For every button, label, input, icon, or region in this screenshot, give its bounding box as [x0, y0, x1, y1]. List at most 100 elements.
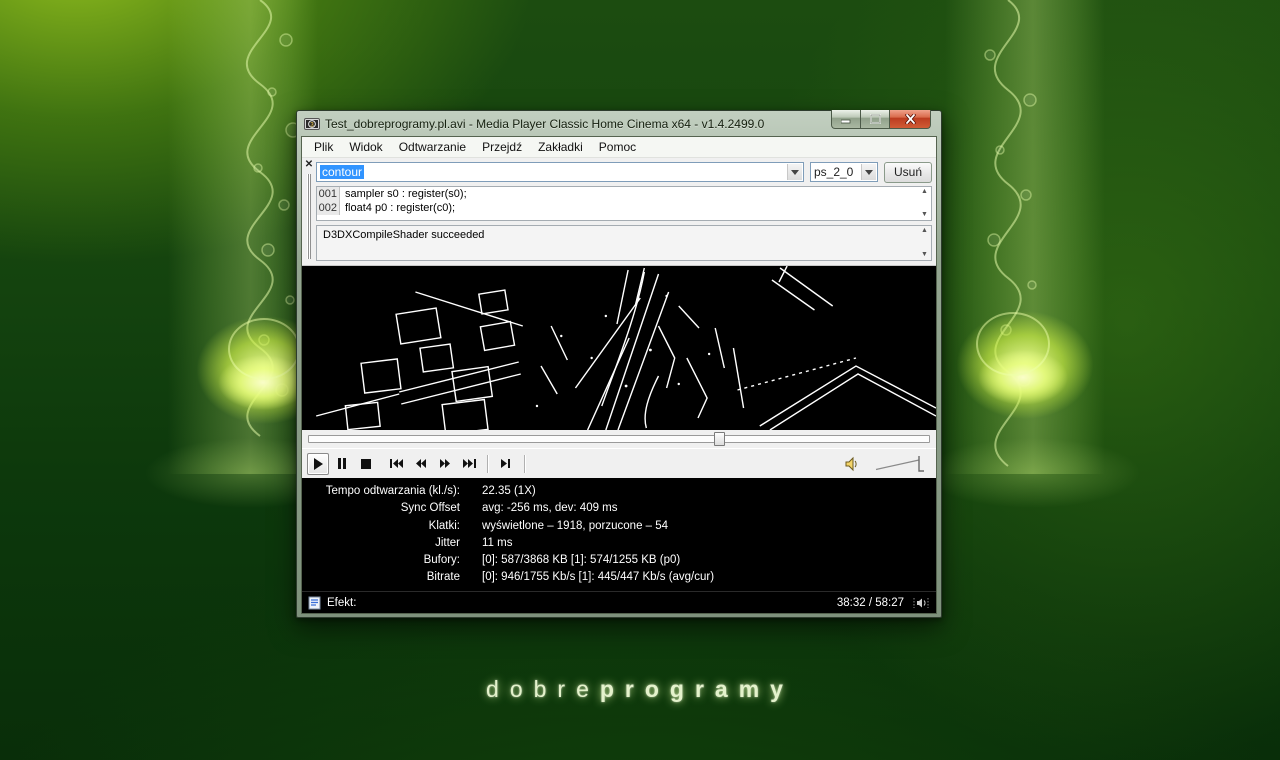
status-effect-label: Efekt:: [327, 596, 357, 609]
menu-bar: Plik Widok Odtwarzanie Przejdź Zakładki …: [302, 137, 936, 158]
stat-value: 22.35 (1X): [482, 485, 536, 497]
stat-label: Sync Offset: [400, 502, 460, 515]
menu-widok[interactable]: Widok: [341, 138, 390, 156]
volume-slider[interactable]: [874, 455, 926, 472]
shader-profile-combobox[interactable]: ps_2_0: [809, 162, 878, 182]
line-code: sampler s0 : register(s0);: [345, 188, 467, 200]
skip-forward-button[interactable]: [458, 453, 480, 475]
playback-time: 38:32 / 58:27: [836, 596, 904, 609]
stat-row-bitrate: Bitrate [0]: 946/1755 Kb/s [1]: 445/447 …: [302, 569, 936, 586]
toolbar-separator: [487, 454, 488, 473]
chevron-down-icon[interactable]: [860, 164, 876, 180]
minimize-button[interactable]: [831, 110, 861, 129]
shader-panel-grip[interactable]: [307, 174, 311, 259]
compiler-output-box: D3DXCompileShader succeeded ▲ ▼: [316, 225, 932, 261]
rewind-icon: [416, 459, 426, 468]
stat-row-buffers: Bufory: [0]: 587/3868 KB [1]: 574/1255 K…: [302, 552, 936, 569]
caption-buttons: [831, 110, 931, 129]
logo-bold-part: programy: [599, 676, 794, 702]
status-effect: Efekt:: [306, 596, 356, 610]
stop-button[interactable]: [355, 453, 377, 475]
shader-panel-rail: ✕: [302, 158, 316, 265]
scroll-up-icon[interactable]: ▲: [921, 227, 928, 235]
audio-status-icon: [913, 597, 929, 608]
stat-row-sync-offset: Sync Offset avg: -256 ms, dev: 409 ms: [302, 500, 936, 517]
stop-icon: [361, 458, 371, 469]
seek-thumb[interactable]: [714, 432, 726, 446]
fast-forward-button[interactable]: [434, 453, 456, 475]
stat-value: 11 ms: [482, 536, 513, 549]
effect-icon: [308, 596, 321, 609]
toolbar-separator: [524, 454, 525, 473]
frame-step-button[interactable]: [495, 453, 517, 475]
code-line: 001 sampler s0 : register(s0);: [317, 187, 931, 201]
stat-label: Klatki:: [428, 519, 460, 532]
playback-controls: [302, 448, 936, 478]
chevron-down-icon[interactable]: [786, 164, 802, 180]
output-scrollbar[interactable]: ▲ ▼: [918, 226, 931, 260]
skip-forward-icon: [463, 459, 476, 468]
scroll-up-icon[interactable]: ▲: [921, 188, 928, 196]
maximize-button[interactable]: [860, 110, 890, 129]
stat-label: Jitter: [435, 536, 460, 549]
shader-panel-main: contour ps_2_0 Usuń 001 sampler s0 : reg…: [316, 158, 936, 265]
editor-scrollbar[interactable]: ▲ ▼: [918, 187, 931, 220]
statistics-panel: Tempo odtwarzania (kl./s): 22.35 (1X) Sy…: [302, 478, 936, 591]
frame-step-icon: [501, 459, 510, 468]
menu-zakladki[interactable]: Zakładki: [530, 138, 591, 156]
scroll-down-icon[interactable]: ▼: [921, 251, 928, 259]
desktop-wallpaper: dobreprogramy 3 Test_dobreprogramy.pl.av…: [0, 0, 1280, 760]
menu-odtwarzanie[interactable]: Odtwarzanie: [391, 138, 474, 156]
mpc-hc-window: 3 Test_dobreprogramy.pl.avi - Media Play…: [296, 110, 942, 618]
scroll-down-icon[interactable]: ▼: [921, 211, 928, 219]
wallpaper-ring-left: [228, 318, 300, 380]
stat-row-frames: Klatki: wyświetlone – 1918, porzucone – …: [302, 518, 936, 535]
stat-row-tempo: Tempo odtwarzania (kl./s): 22.35 (1X): [302, 483, 936, 500]
shader-code-editor[interactable]: 001 sampler s0 : register(s0); 002 float…: [316, 186, 932, 221]
pause-button[interactable]: [331, 453, 353, 475]
play-button[interactable]: [307, 452, 329, 475]
logo-light-part: dobre: [486, 676, 600, 702]
shader-name-combobox[interactable]: contour: [316, 162, 804, 182]
title-bar[interactable]: 3 Test_dobreprogramy.pl.avi - Media Play…: [301, 110, 937, 136]
menu-przejdz[interactable]: Przejdź: [474, 138, 530, 156]
stat-value: avg: -256 ms, dev: 409 ms: [482, 502, 618, 515]
seek-bar[interactable]: [302, 430, 936, 448]
compiler-output-text: D3DXCompileShader succeeded: [323, 229, 485, 241]
wallpaper-ring-right: [976, 312, 1050, 376]
dobreprogramy-logo: dobreprogramy: [0, 676, 1280, 703]
stat-label: Bitrate: [426, 571, 460, 584]
rewind-button[interactable]: [410, 453, 432, 475]
shader-editor-panel: ✕ contour ps_2_0 Usuń 001 sampler s0: r…: [302, 158, 936, 266]
speaker-icon[interactable]: [844, 456, 860, 472]
line-code: float4 p0 : register(c0);: [345, 202, 456, 214]
close-button[interactable]: [889, 110, 931, 129]
menu-plik[interactable]: Plik: [306, 138, 341, 156]
minimize-icon: [841, 119, 851, 123]
play-icon: [314, 457, 323, 470]
stat-label: Bufory:: [423, 554, 460, 567]
shader-name-value: contour: [320, 165, 365, 179]
shader-panel-close-icon[interactable]: ✕: [305, 160, 313, 170]
shader-toolbar-row: contour ps_2_0 Usuń: [316, 161, 932, 183]
delete-shader-button[interactable]: Usuń: [883, 161, 932, 183]
line-number: 002: [317, 201, 340, 215]
stat-value: [0]: 587/3868 KB [1]: 574/1255 KB (p0): [482, 554, 681, 567]
line-number: 001: [317, 187, 340, 201]
volume-group: [844, 455, 936, 472]
pause-icon: [338, 458, 346, 469]
stat-row-jitter: Jitter 11 ms: [302, 535, 936, 552]
skip-back-button[interactable]: [386, 453, 408, 475]
app-icon: 3: [304, 117, 320, 130]
status-bar: Efekt: 38:32 / 58:27: [302, 591, 936, 613]
stat-value: [0]: 946/1755 Kb/s [1]: 445/447 Kb/s (av…: [482, 571, 715, 584]
fast-forward-icon: [440, 459, 450, 468]
video-frame-contour: [302, 266, 936, 430]
stat-value: wyświetlone – 1918, porzucone – 54: [482, 519, 669, 532]
menu-pomoc[interactable]: Pomoc: [591, 138, 644, 156]
video-display-area[interactable]: [302, 266, 936, 430]
window-client-area: Plik Widok Odtwarzanie Przejdź Zakładki …: [301, 136, 937, 614]
code-line: 002 float4 p0 : register(c0);: [317, 201, 931, 215]
seek-channel[interactable]: [308, 435, 930, 443]
stat-label: Tempo odtwarzania (kl./s):: [325, 485, 460, 497]
